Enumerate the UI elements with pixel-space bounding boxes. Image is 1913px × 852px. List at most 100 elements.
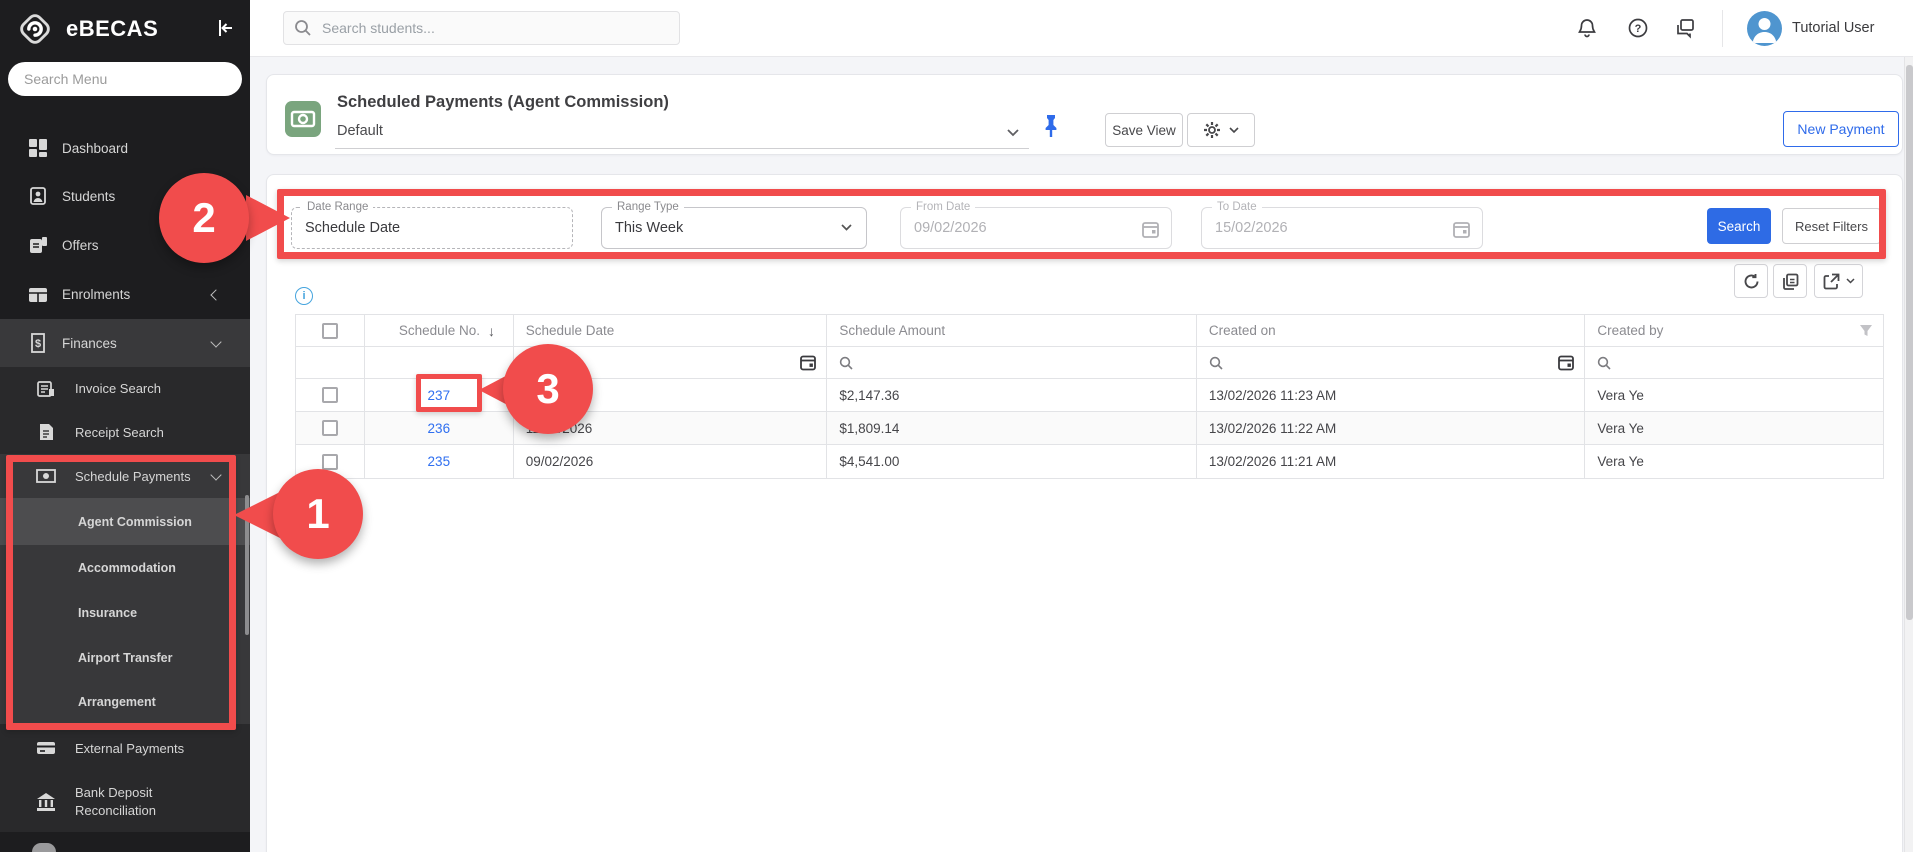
gear-icon <box>1203 121 1221 139</box>
info-icon[interactable]: i <box>295 287 313 305</box>
copy-button[interactable] <box>1773 264 1807 298</box>
export-icon <box>1823 273 1840 290</box>
sidebar-item-label: Offers <box>62 238 99 253</box>
enrolments-icon <box>28 285 48 305</box>
schedule-no-link[interactable]: 236 <box>428 421 451 436</box>
column-header-schedule-amount[interactable]: Schedule Amount <box>827 315 1197 346</box>
refresh-button[interactable] <box>1734 264 1768 298</box>
filter-schedule-amount[interactable] <box>827 347 1197 378</box>
new-payment-button[interactable]: New Payment <box>1783 111 1899 147</box>
table-row: 235 09/02/2026 $4,541.00 13/02/2026 11:2… <box>296 445 1883 478</box>
pin-view-icon[interactable] <box>1041 113 1061 139</box>
view-settings-button[interactable] <box>1187 113 1255 147</box>
save-view-button[interactable]: Save View <box>1105 113 1183 147</box>
schedule-no-cell: 236 <box>365 412 514 444</box>
annotation-rect-schedule-no-237 <box>416 374 482 412</box>
scrollbar-thumb[interactable] <box>1906 65 1913 620</box>
column-header-created-on[interactable]: Created on <box>1197 315 1586 346</box>
search-students-input[interactable] <box>283 11 680 45</box>
column-header-schedule-date[interactable]: Schedule Date <box>514 315 828 346</box>
select-all-checkbox[interactable] <box>322 323 338 339</box>
svg-text:?: ? <box>1635 23 1642 35</box>
sidebar-item-bank-deposit-reconciliation[interactable]: Bank Deposit Reconciliation <box>0 772 250 832</box>
created-on-cell: 13/02/2026 11:23 AM <box>1197 379 1586 411</box>
help-icon[interactable]: ? <box>1627 17 1649 39</box>
column-header-schedule-no[interactable]: Schedule No. ↓ <box>365 315 514 346</box>
app-logo-icon <box>16 10 54 48</box>
annotation-step-2: 2 <box>159 173 249 263</box>
sidebar-item-external-payments[interactable]: External Payments <box>0 724 250 772</box>
caret-down-icon[interactable] <box>1007 129 1019 137</box>
column-label: Schedule Amount <box>839 323 945 338</box>
invoice-search-icon <box>36 379 56 399</box>
menu-search-input[interactable] <box>8 62 242 96</box>
filter-cell <box>296 347 365 378</box>
sidebar-item-label: Bank Deposit Reconciliation <box>75 784 225 819</box>
sidebar-item-label: Invoice Search <box>75 381 161 396</box>
schedule-no-cell: 235 <box>365 445 514 478</box>
sort-desc-icon[interactable]: ↓ <box>488 323 495 339</box>
caret-down-icon <box>1229 127 1239 134</box>
caret-down-icon <box>1846 278 1855 284</box>
sidebar-item-label: Enrolments <box>62 287 130 302</box>
page-scrollbar[interactable] <box>1904 57 1913 852</box>
created-on-cell: 13/02/2026 11:21 AM <box>1197 445 1586 478</box>
sidebar-item-receipt-search[interactable]: Receipt Search <box>0 410 250 454</box>
schedule-amount-cell: $4,541.00 <box>827 445 1197 478</box>
sidebar-item-enrolments[interactable]: Enrolments <box>0 270 250 319</box>
sidebar-item-finances[interactable]: $ Finances <box>0 319 250 367</box>
filter-created-on[interactable] <box>1197 347 1586 378</box>
person-icon <box>1747 11 1782 46</box>
row-checkbox[interactable] <box>322 420 338 436</box>
row-select-cell <box>296 379 365 411</box>
sidebar-item-label: External Payments <box>75 741 184 756</box>
notifications-bell-icon[interactable] <box>1576 17 1598 39</box>
view-select-underline <box>335 148 1029 149</box>
sidebar-item-dashboard[interactable]: Dashboard <box>0 124 250 172</box>
created-by-cell: Vera Ye <box>1585 379 1883 411</box>
view-select[interactable]: Default <box>337 123 383 139</box>
created-by-cell: Vera Ye <box>1585 445 1883 478</box>
partial-menu-icon <box>32 843 56 852</box>
calendar-icon[interactable] <box>800 354 816 371</box>
export-button[interactable] <box>1814 264 1863 298</box>
filter-created-by[interactable] <box>1585 347 1883 378</box>
schedule-amount-cell: $2,147.36 <box>827 379 1197 411</box>
topbar-divider <box>1722 10 1723 47</box>
collapse-sidebar-icon[interactable] <box>214 17 236 39</box>
dashboard-icon <box>28 138 48 158</box>
offers-icon <box>28 235 48 255</box>
scheduled-payments-icon <box>285 101 321 137</box>
table-header-row: Schedule No. ↓ Schedule Date Schedule Am… <box>296 315 1883 347</box>
search-icon <box>1209 356 1223 370</box>
annotation-rect-filter-bar <box>277 189 1886 259</box>
main-card: Date Range Schedule Date Range Type This… <box>266 174 1903 852</box>
select-all-cell <box>296 315 365 346</box>
bank-icon <box>36 792 56 812</box>
app-root: eBECAS Dashboard Students Offers Enrolm <box>0 0 1913 852</box>
search-icon <box>1597 356 1611 370</box>
column-label: Schedule Date <box>526 323 615 338</box>
column-filter-icon[interactable] <box>1859 324 1873 337</box>
schedule-no-link[interactable]: 235 <box>428 454 451 469</box>
receipt-search-icon <box>36 422 56 442</box>
column-label: Schedule No. <box>399 323 480 338</box>
row-select-cell <box>296 412 365 444</box>
sidebar-item-label: Dashboard <box>62 141 128 156</box>
chevron-down-icon <box>210 336 221 347</box>
sidebar-item-label: Finances <box>62 336 117 351</box>
svg-text:$: $ <box>35 338 41 350</box>
page-title: Scheduled Payments (Agent Commission) <box>337 93 669 112</box>
annotation-step-3: 3 <box>503 344 593 434</box>
row-checkbox[interactable] <box>322 454 338 470</box>
copy-icon <box>1782 273 1799 290</box>
user-avatar[interactable] <box>1747 11 1782 46</box>
row-checkbox[interactable] <box>322 387 338 403</box>
created-by-cell: Vera Ye <box>1585 412 1883 444</box>
column-header-created-by[interactable]: Created by <box>1585 315 1883 346</box>
schedule-date-cell: 09/02/2026 <box>514 445 828 478</box>
sidebar-item-invoice-search[interactable]: Invoice Search <box>0 367 250 410</box>
calendar-icon[interactable] <box>1558 354 1574 371</box>
sidebar-item-label: Receipt Search <box>75 425 164 440</box>
feedback-chat-icon[interactable] <box>1674 17 1696 39</box>
